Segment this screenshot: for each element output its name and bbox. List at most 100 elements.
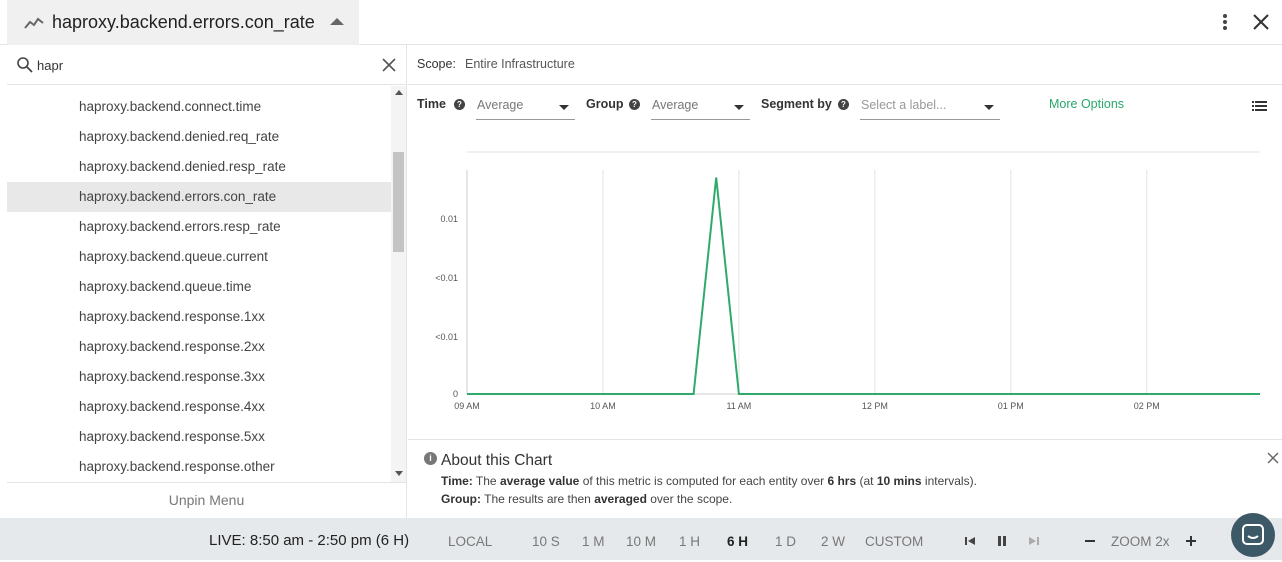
about-title: About this Chart (441, 452, 553, 469)
skip-back-icon[interactable] (964, 535, 976, 547)
list-item[interactable]: haproxy.backend.queue.current (7, 242, 391, 272)
group-label: Group (586, 97, 624, 111)
metric-title: haproxy.backend.errors.con_rate (52, 12, 315, 32)
range-10m[interactable]: 10 M (626, 534, 656, 549)
live-range-label: LIVE: 8:50 am - 2:50 pm (6 H) (209, 532, 410, 549)
list-view-icon[interactable] (1252, 100, 1267, 112)
scope-row: Scope: Entire Infrastructure (408, 45, 1282, 85)
chevron-down-icon (734, 105, 744, 110)
x-tick-label: 10 AM (590, 401, 616, 411)
chat-icon (1242, 524, 1264, 545)
about-text: intervals). (924, 474, 977, 488)
metric-sidebar: haproxy.backend.connect.time haproxy.bac… (7, 45, 407, 518)
range-1m[interactable]: 1 M (582, 534, 605, 549)
list-item[interactable]: haproxy.backend.response.5xx (7, 422, 391, 452)
chevron-down-icon (559, 105, 569, 110)
group-aggregation-select[interactable]: Average (651, 93, 750, 120)
range-custom[interactable]: CUSTOM (865, 534, 923, 549)
zoom-level: ZOOM 2x (1111, 534, 1170, 549)
close-icon[interactable] (1250, 11, 1272, 33)
list-item[interactable]: haproxy.backend.queue.time (7, 272, 391, 302)
help-icon[interactable]: ? (454, 99, 465, 110)
more-options-link[interactable]: More Options (1049, 97, 1124, 111)
list-item[interactable]: haproxy.backend.connect.time (7, 92, 391, 122)
about-text: The results are then (484, 492, 591, 506)
range-10s[interactable]: 10 S (532, 534, 560, 549)
help-icon[interactable]: ? (629, 99, 640, 110)
close-icon[interactable] (1267, 452, 1279, 464)
x-tick-label: 02 PM (1134, 401, 1160, 411)
top-bar: haproxy.backend.errors.con_rate (0, 0, 1282, 45)
chart-svg: 09 AM 10 AM 11 AM 12 PM 01 PM 02 PM 0 <0.01 <0.0… (435, 151, 1260, 411)
y-tick-label: 0 (453, 389, 458, 399)
line-chart-icon (24, 17, 44, 29)
chart-controls: Time ? Average Group ? Average Segment b… (408, 86, 1282, 126)
list-item[interactable]: haproxy.backend.response.2xx (7, 332, 391, 362)
group-aggregation-value: Average (652, 98, 699, 112)
more-vertical-icon[interactable] (1220, 12, 1230, 32)
about-chart-panel: i About this Chart Time: The average val… (408, 439, 1282, 518)
time-navigation-bar: LIVE: 8:50 am - 2:50 pm (6 H) LOCAL 10 S… (0, 518, 1282, 560)
about-bold: average value (499, 474, 580, 488)
skip-forward-icon[interactable] (1028, 535, 1040, 547)
search-bar (7, 45, 406, 85)
about-text: (at (859, 474, 874, 488)
list-item[interactable]: haproxy.backend.response.4xx (7, 392, 391, 422)
about-time-line: Time: The average value of this metric i… (441, 474, 977, 488)
time-aggregation-select[interactable]: Average (476, 93, 575, 120)
chevron-down-icon (984, 105, 994, 110)
pause-icon[interactable] (996, 535, 1008, 547)
range-1h[interactable]: 1 H (679, 534, 700, 549)
info-icon: i (424, 452, 437, 465)
scroll-thumb[interactable] (393, 152, 404, 252)
about-text: of this metric is computed for each enti… (582, 474, 825, 488)
about-time-label: Time: (441, 474, 473, 488)
list-item[interactable]: haproxy.backend.denied.req_rate (7, 122, 391, 152)
about-bold: 6 hrs (827, 474, 857, 488)
x-tick-label: 01 PM (998, 401, 1024, 411)
list-item[interactable]: haproxy.backend.response.1xx (7, 302, 391, 332)
y-tick-label: 0.01 (440, 214, 458, 224)
about-bold: averaged (594, 492, 647, 506)
zoom-in-icon[interactable] (1185, 535, 1197, 547)
list-scrollbar[interactable] (391, 86, 406, 482)
chat-support-button[interactable] (1231, 513, 1275, 557)
metric-search-input[interactable] (37, 54, 367, 76)
segment-select[interactable]: Select a label... (860, 93, 1000, 120)
search-icon (17, 57, 33, 73)
clear-search-icon[interactable] (380, 56, 398, 74)
local-timezone-toggle[interactable]: LOCAL (448, 534, 492, 549)
scroll-down-icon[interactable] (395, 471, 403, 476)
x-tick-label: 12 PM (862, 401, 888, 411)
zoom-out-icon[interactable] (1084, 535, 1096, 547)
list-item[interactable]: haproxy.backend.denied.resp_rate (7, 152, 391, 182)
y-tick-label: <0.01 (435, 332, 458, 342)
time-label: Time (417, 97, 446, 111)
unpin-menu-button[interactable]: Unpin Menu (7, 482, 406, 518)
caret-up-icon[interactable] (330, 18, 344, 25)
time-aggregation-value: Average (477, 98, 524, 112)
x-tick-label: 09 AM (454, 401, 480, 411)
metric-chart: 09 AM 10 AM 11 AM 12 PM 01 PM 02 PM 0 <0.01 <0.0… (408, 130, 1282, 430)
list-item-selected[interactable]: haproxy.backend.errors.con_rate (7, 182, 391, 212)
y-tick-label: <0.01 (435, 273, 458, 283)
metric-title-tab[interactable]: haproxy.backend.errors.con_rate (7, 0, 359, 45)
range-6h[interactable]: 6 H (727, 534, 748, 549)
x-tick-label: 11 AM (726, 401, 751, 411)
list-item[interactable]: haproxy.backend.response.3xx (7, 362, 391, 392)
scroll-up-icon[interactable] (395, 90, 403, 95)
range-1d[interactable]: 1 D (775, 534, 796, 549)
scope-value[interactable]: Entire Infrastructure (465, 57, 575, 71)
list-item[interactable]: haproxy.backend.response.other (7, 452, 391, 482)
about-text: The (475, 474, 497, 488)
segment-label: Segment by (761, 97, 832, 111)
about-group-line: Group: The results are then averaged ove… (441, 492, 732, 506)
metric-list: haproxy.backend.connect.time haproxy.bac… (7, 86, 391, 482)
about-bold: 10 mins (876, 474, 922, 488)
range-2w[interactable]: 2 W (821, 534, 845, 549)
list-item[interactable]: haproxy.backend.errors.resp_rate (7, 212, 391, 242)
about-text: over the scope. (650, 492, 733, 506)
series-line (467, 177, 1260, 395)
help-icon[interactable]: ? (838, 99, 849, 110)
segment-placeholder: Select a label... (861, 98, 947, 112)
